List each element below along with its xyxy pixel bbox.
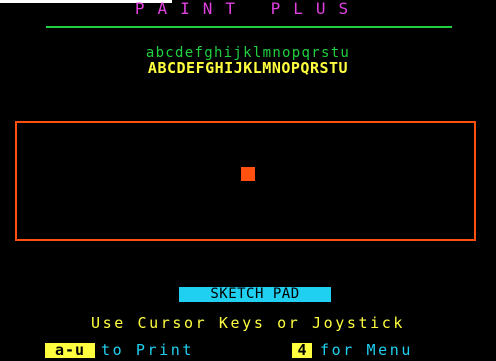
print-key-hint: a-u	[45, 343, 95, 358]
lowercase-alphabet: abcdefghijklmnopqrstu	[145, 45, 351, 61]
key-hints: a-u to Print 4 for Menu	[0, 343, 496, 359]
drawing-canvas[interactable]	[15, 121, 476, 241]
app-title: PAINT PLUS	[134, 0, 362, 18]
menu-key-hint: 4	[292, 343, 312, 358]
drawing-cursor[interactable]	[241, 167, 255, 181]
title-rule	[46, 26, 452, 28]
menu-hint-label: for Menu	[320, 341, 414, 359]
mode-badge: SKETCH PAD	[179, 287, 331, 302]
print-hint-label: to Print	[101, 341, 195, 359]
instructions-text: Use Cursor Keys or Joystick	[90, 314, 406, 332]
uppercase-alphabet: ABCDEFGHIJKLMNOPQRSTU	[147, 59, 349, 77]
